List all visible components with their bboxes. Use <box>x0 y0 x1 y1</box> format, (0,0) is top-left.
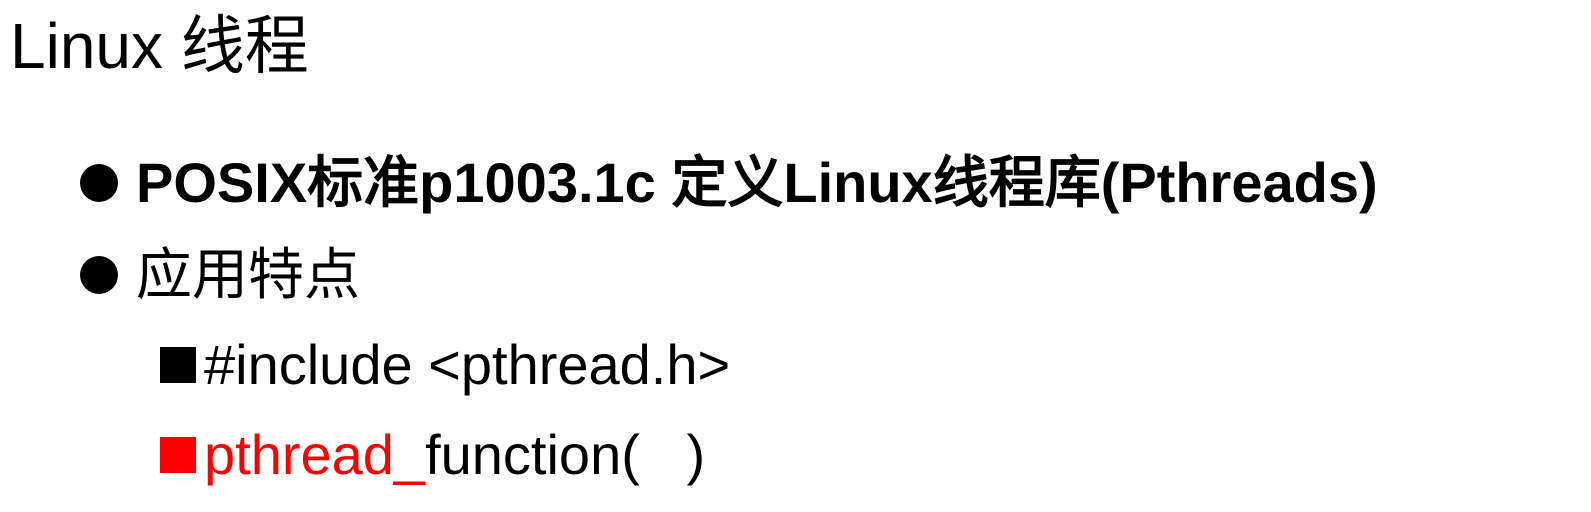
bullet-posix-standard: POSIX标准p1003.1c 定义Linux线程库(Pthreads) <box>80 148 1378 218</box>
sub-item-text: #include <pthread.h> <box>204 333 731 396</box>
slide-title: Linux 线程 <box>10 10 309 82</box>
bullet-dot-icon <box>80 256 118 294</box>
bullet-dot-icon <box>80 164 118 202</box>
function-suffix: function( ) <box>425 423 706 486</box>
function-prefix: pthread_ <box>204 423 426 486</box>
bullet-text: 应用特点 <box>136 243 360 306</box>
bullet-text: POSIX标准p1003.1c 定义Linux线程库(Pthreads) <box>136 151 1378 214</box>
sub-item-include: #include <pthread.h> <box>160 330 730 400</box>
square-bullet-icon <box>160 437 196 473</box>
bullet-application-features: 应用特点 <box>80 240 360 310</box>
square-bullet-icon <box>160 347 196 383</box>
sub-item-function: pthread_ function( ) <box>160 420 705 490</box>
